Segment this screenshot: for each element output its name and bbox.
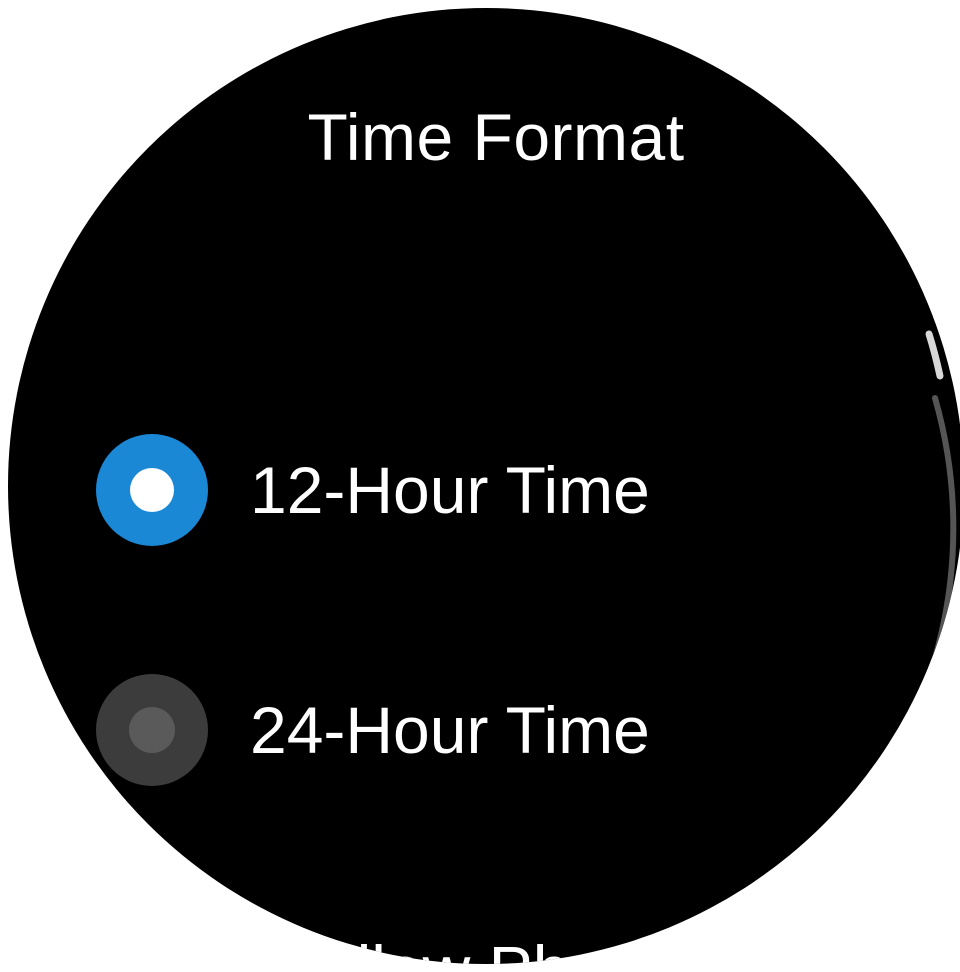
radio-selected-icon[interactable] xyxy=(96,434,208,546)
next-list-item-partial[interactable]: Allow Phone xyxy=(8,936,960,964)
option-label: 12-Hour Time xyxy=(250,453,650,527)
page-title: Time Format xyxy=(307,100,685,174)
option-12-hour[interactable]: 12-Hour Time xyxy=(96,434,650,546)
option-24-hour[interactable]: 24-Hour Time xyxy=(96,674,650,786)
radio-dot xyxy=(129,707,175,753)
radio-dot xyxy=(130,468,174,512)
option-label: 24-Hour Time xyxy=(250,693,650,767)
scrollbar-thumb xyxy=(925,330,944,380)
radio-unselected-icon[interactable] xyxy=(96,674,208,786)
scrollbar-track xyxy=(932,395,957,661)
watch-screen: Time Format 12-Hour Time 24-Hour Time Al… xyxy=(8,8,960,964)
